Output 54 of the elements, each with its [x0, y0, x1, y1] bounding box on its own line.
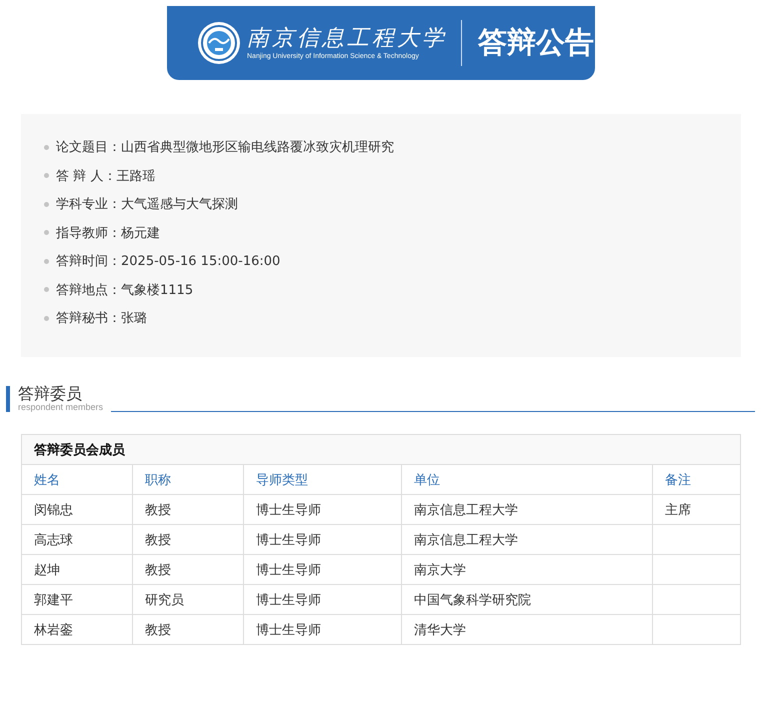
- table-cell: 郭建平: [22, 584, 132, 614]
- column-header: 姓名: [22, 464, 132, 494]
- bullet-icon: [44, 258, 49, 264]
- bullet-icon: [44, 287, 49, 292]
- info-value: 杨元建: [121, 224, 160, 242]
- info-label: 答 辩 人：: [56, 168, 116, 185]
- info-label: 答辩秘书：: [56, 310, 121, 328]
- table-cell: 博士生导师: [244, 584, 402, 614]
- column-header: 职称: [132, 464, 244, 494]
- info-label: 论文题目：: [56, 139, 121, 156]
- table-cell: 博士生导师: [244, 554, 402, 584]
- table-cell: 南京大学: [402, 554, 652, 584]
- info-value: 山西省典型微地形区输电线路覆冰致灾机理研究: [121, 139, 394, 156]
- bullet-icon: [44, 316, 49, 321]
- info-label: 学科专业：: [56, 196, 121, 214]
- table-cell: 赵坤: [22, 554, 132, 584]
- bullet-icon: [44, 230, 49, 236]
- column-header: 导师类型: [244, 464, 402, 494]
- info-label: 答辩时间：: [56, 253, 121, 270]
- info-value: 王路瑶: [116, 168, 156, 185]
- table-cell: 中国气象科学研究院: [402, 584, 652, 614]
- table-cell: 南京信息工程大学: [402, 524, 652, 554]
- table-cell: 南京信息工程大学: [402, 494, 652, 524]
- bullet-icon: [44, 202, 49, 207]
- bullet-icon: [44, 144, 49, 150]
- table-cell: 主席: [652, 494, 740, 524]
- section-title: 答辩委员: [18, 385, 83, 402]
- info-value: 气象楼1115: [121, 282, 194, 299]
- university-name: 南京信息工程大学: [247, 26, 447, 52]
- table-cell: 高志球: [22, 524, 132, 554]
- table-cell: 博士生导师: [244, 614, 402, 644]
- table-cell: 研究员: [132, 584, 244, 614]
- table-cell: 教授: [132, 524, 244, 554]
- info-value: 2025-05-16 15:00-16:00: [121, 254, 280, 269]
- table-cell: 教授: [132, 494, 244, 524]
- table-cell: 清华大学: [402, 614, 652, 644]
- university-emblem-icon: [197, 21, 241, 65]
- column-header: 备注: [652, 464, 740, 494]
- table-cell: 闵锦忠: [22, 494, 132, 524]
- bullet-icon: [44, 173, 49, 178]
- section-marker: [6, 386, 10, 412]
- section-subtitle: respondent members: [18, 402, 104, 412]
- table-cell: 博士生导师: [244, 494, 402, 524]
- table-cell: 林岩銮: [22, 614, 132, 644]
- table-cell: 教授: [132, 614, 244, 644]
- info-label: 答辩地点：: [56, 282, 121, 299]
- table-cell: 教授: [132, 554, 244, 584]
- info-label: 指导教师：: [56, 224, 121, 242]
- info-value: 大气遥感与大气探测: [121, 196, 238, 214]
- info-value: 张璐: [121, 310, 147, 328]
- banner-title: 答辩公告: [478, 24, 594, 61]
- table-caption: 答辩委员会成员: [22, 434, 740, 464]
- column-header: 单位: [402, 464, 652, 494]
- table-cell: 博士生导师: [244, 524, 402, 554]
